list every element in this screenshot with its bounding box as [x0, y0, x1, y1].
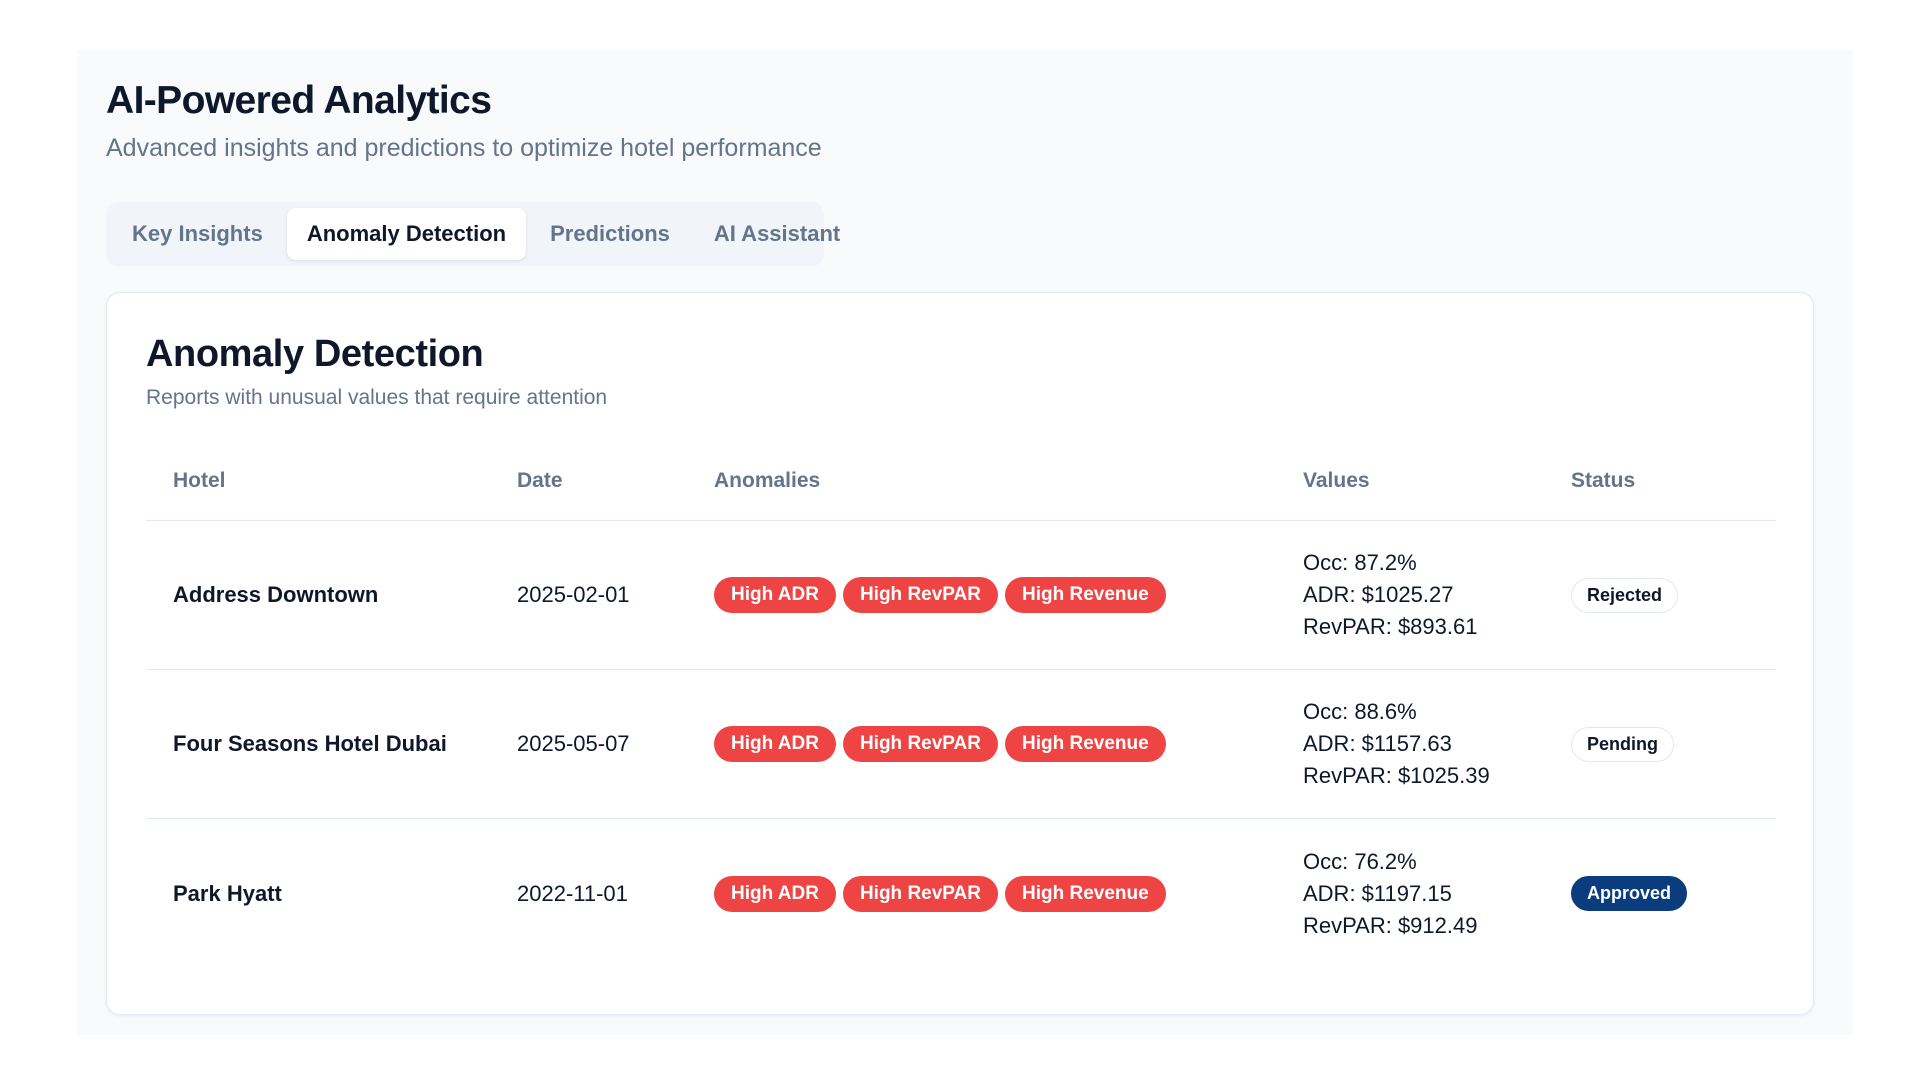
occupancy-value: Occ: 76.2%	[1303, 848, 1417, 874]
adr-value: ADR: $1025.27	[1303, 582, 1454, 607]
page-header: AI-Powered Analytics Advanced insights a…	[106, 78, 822, 164]
report-date: 2025-02-01	[517, 582, 630, 607]
status-badge: Approved	[1571, 876, 1688, 911]
tab-key-insights[interactable]: Key Insights	[112, 208, 283, 260]
table-header: Hotel Date Anomalies Values Status	[146, 441, 1776, 521]
occupancy-value: Occ: 87.2%	[1303, 550, 1417, 575]
anomaly-badges: High ADR High RevPAR High Revenue	[714, 875, 1303, 912]
adr-value: ADR: $1197.15	[1303, 880, 1452, 906]
anomaly-badge: High ADR	[714, 726, 836, 762]
hotel-name: Park Hyatt	[173, 880, 282, 906]
status-badge: Rejected	[1571, 577, 1679, 613]
card-subtitle: Reports with unusual values that require…	[146, 386, 608, 409]
table-row[interactable]: Park Hyatt 2022-11-01 High ADR High RevP…	[146, 819, 1776, 968]
column-header-date[interactable]: Date	[517, 469, 714, 493]
adr-value: ADR: $1157.63	[1303, 731, 1452, 756]
metric-values: Occ: 76.2% ADR: $1197.15 RevPAR: $912.49	[1303, 846, 1571, 942]
analytics-page: AI-Powered Analytics Advanced insights a…	[77, 50, 1853, 1035]
anomaly-badge: High RevPAR	[842, 577, 999, 613]
tab-ai-assistant[interactable]: AI Assistant	[694, 208, 860, 260]
column-header-values[interactable]: Values	[1303, 469, 1571, 493]
anomaly-badge: High Revenue	[1005, 577, 1166, 613]
tab-bar: Key Insights Anomaly Detection Predictio…	[106, 202, 840, 266]
hotel-name: Four Seasons Hotel Dubai	[173, 731, 447, 756]
anomaly-badges: High ADR High RevPAR High Revenue	[714, 726, 1303, 762]
metric-values: Occ: 88.6% ADR: $1157.63 RevPAR: $1025.3…	[1303, 696, 1571, 792]
revpar-value: RevPAR: $893.61	[1303, 614, 1478, 639]
metric-values: Occ: 87.2% ADR: $1025.27 RevPAR: $893.61	[1303, 547, 1571, 643]
anomaly-badge: High ADR	[714, 577, 836, 613]
report-date: 2025-05-07	[517, 731, 630, 756]
card-title: Anomaly Detection	[146, 333, 484, 375]
occupancy-value: Occ: 88.6%	[1303, 699, 1417, 724]
tab-predictions[interactable]: Predictions	[530, 208, 690, 260]
anomaly-badge: High Revenue	[1005, 726, 1166, 762]
anomaly-badge: High Revenue	[1005, 875, 1166, 912]
page-title: AI-Powered Analytics	[106, 79, 492, 122]
anomaly-badge: High RevPAR	[842, 875, 999, 912]
anomaly-table: Hotel Date Anomalies Values Status Addre…	[146, 441, 1776, 968]
report-date: 2022-11-01	[517, 880, 628, 906]
table-row[interactable]: Four Seasons Hotel Dubai 2025-05-07 High…	[146, 670, 1776, 819]
anomaly-badge: High ADR	[714, 875, 836, 912]
column-header-hotel[interactable]: Hotel	[146, 469, 517, 493]
table-row[interactable]: Address Downtown 2025-02-01 High ADR Hig…	[146, 521, 1776, 670]
anomaly-badge: High RevPAR	[842, 726, 999, 762]
column-header-status[interactable]: Status	[1571, 469, 1776, 493]
anomaly-detection-card: Anomaly Detection Reports with unusual v…	[106, 292, 1814, 1015]
hotel-name: Address Downtown	[173, 582, 379, 607]
column-header-anomalies[interactable]: Anomalies	[714, 469, 1303, 493]
revpar-value: RevPAR: $1025.39	[1303, 763, 1490, 788]
anomaly-badges: High ADR High RevPAR High Revenue	[714, 577, 1303, 613]
tab-anomaly-detection[interactable]: Anomaly Detection	[286, 208, 527, 260]
revpar-value: RevPAR: $912.49	[1303, 912, 1478, 938]
page-subtitle: Advanced insights and predictions to opt…	[106, 134, 822, 162]
status-badge: Pending	[1571, 726, 1674, 762]
